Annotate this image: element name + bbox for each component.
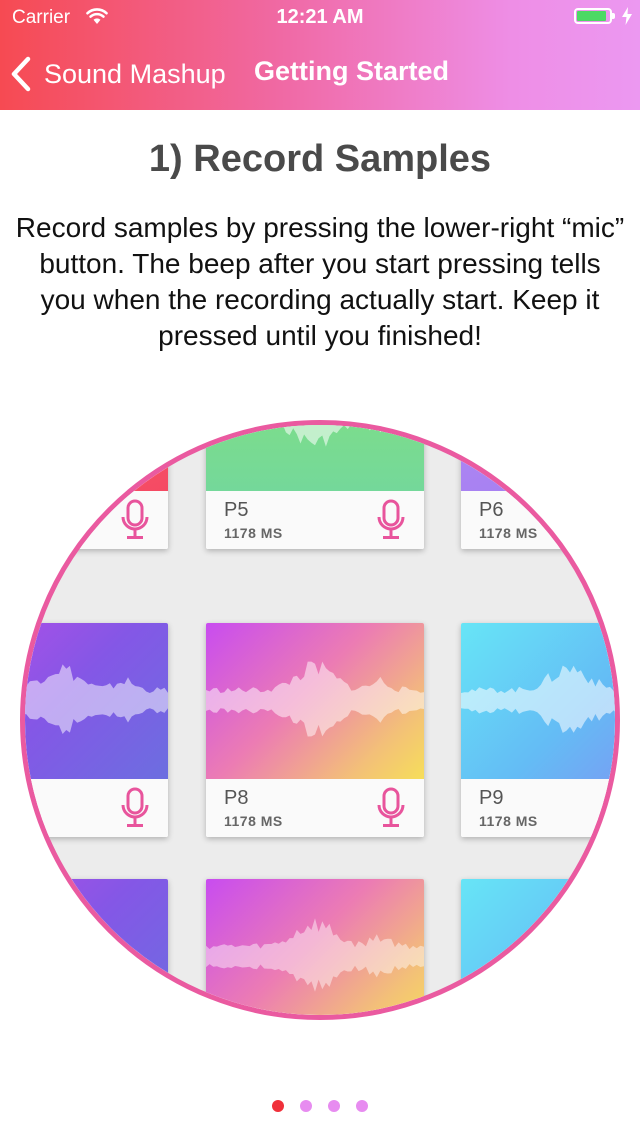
page-dot[interactable] [272,1100,284,1112]
pad-waveform [206,623,424,779]
microphone-icon[interactable] [120,787,150,829]
page-dot[interactable] [328,1100,340,1112]
pad-name: P9 [479,787,504,809]
pad-waveform [25,425,168,491]
pad-waveform [461,425,615,491]
pad-tile: P8 1178 MS [206,623,424,837]
page-control[interactable] [0,1100,640,1114]
battery-icon [574,8,616,26]
pad-tile: P5 1178 MS [206,425,424,549]
page-title: Getting Started [254,56,450,86]
pad-waveform [25,879,168,1015]
status-bar: Carrier 12:21 AM [0,0,640,40]
back-label[interactable]: Sound Mashup [44,59,226,90]
navigation-bar: Sound Mashup Getting Started [0,40,640,110]
page-dot[interactable] [300,1100,312,1112]
pad-name: P8 [224,787,249,809]
microphone-icon[interactable] [376,787,406,829]
pad-waveform [461,623,615,779]
pad-duration: 1178 MS [479,813,538,829]
tutorial-illustration: P5 1178 MS P6 1178 MS P8 1178 MS P9 1178… [20,420,620,1020]
microphone-icon[interactable] [376,499,406,541]
pad-waveform [206,425,424,491]
pad-duration: 1178 MS [224,525,283,541]
page-dot[interactable] [356,1100,368,1112]
pad-waveform [461,879,615,1015]
pad-name: P6 [479,499,504,521]
pad-name: P5 [224,499,249,521]
step-description: Record samples by pressing the lower-rig… [15,212,625,351]
pad-tile [461,879,615,1015]
pad-tile [25,623,168,837]
pad-tile [25,879,168,1015]
header: Carrier 12:21 AM Sound Mashup Getting St… [0,0,640,110]
pad-tile [25,425,168,549]
pad-waveform [25,623,168,779]
pad-tile: P6 1178 MS [461,425,615,549]
pad-waveform [206,879,424,1015]
step-title: 1) Record Samples [148,138,492,180]
charging-bolt-icon [622,7,632,25]
pad-tile: P9 1178 MS [461,623,615,837]
pad-duration: 1178 MS [224,813,283,829]
pad-tile [206,879,424,1015]
chevron-left-icon[interactable] [10,56,32,92]
clock: 12:21 AM [276,6,364,28]
back-button[interactable]: Sound Mashup [10,52,226,96]
microphone-icon[interactable] [120,499,150,541]
pad-duration: 1178 MS [479,525,538,541]
